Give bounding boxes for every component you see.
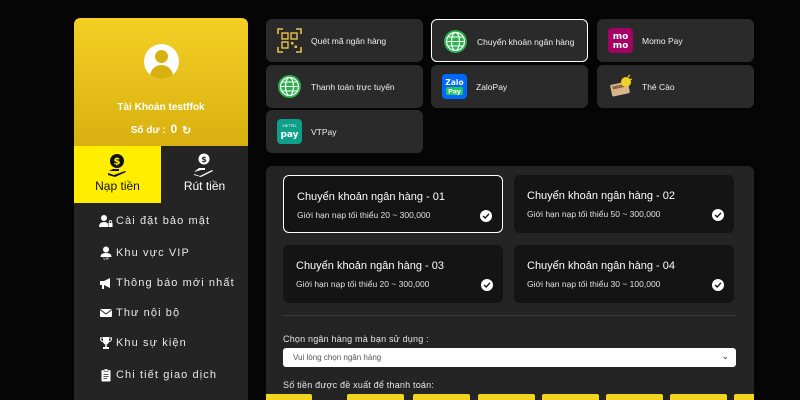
- user-lock-icon: [99, 215, 113, 227]
- deposit-panel: Chuyển khoản ngân hàng - 01 Giới hạn nạp…: [266, 166, 754, 400]
- bank-option-04[interactable]: Chuyển khoản ngân hàng - 04 Giới hạn nạp…: [514, 245, 734, 303]
- bank-option-02[interactable]: Chuyển khoản ngân hàng - 02 Giới hạn nạp…: [514, 175, 734, 233]
- bank-option-limit: Giới hạn nạp tối thiểu 20 ~ 300,000: [296, 279, 430, 289]
- bank-option-03[interactable]: Chuyển khoản ngân hàng - 03 Giới hạn nạp…: [283, 245, 503, 303]
- account-name: Tài Khoản testffok: [117, 102, 205, 113]
- bank-option-title: Chuyển khoản ngân hàng - 04: [527, 260, 676, 272]
- vtpay-icon: VIETTEL pay: [277, 119, 302, 144]
- bank-option-title: Chuyển khoản ngân hàng - 01: [297, 191, 446, 203]
- section-divider: [283, 315, 736, 316]
- bank-option-01[interactable]: Chuyển khoản ngân hàng - 01 Giới hạn nạp…: [283, 175, 503, 233]
- clipboard-icon: [101, 368, 111, 382]
- check-circle-icon: [712, 209, 724, 221]
- account-sidebar: Tài Khoản testffok Số dư : 0 ↻ $ Nạp tiề…: [74, 18, 248, 400]
- menu-item-security[interactable]: Cài đặt bảo mật: [74, 208, 248, 234]
- bank-option-limit: Giới hạn nạp tối thiểu 50 ~ 300,000: [527, 209, 661, 219]
- balance-value: 0: [170, 122, 178, 136]
- vip-user-icon: VIP: [100, 246, 112, 260]
- balance-row: Số dư : 0 ↻: [74, 122, 248, 137]
- menu-label: Thông báo mới nhất: [116, 277, 235, 289]
- menu-item-events[interactable]: Khu sự kiện: [74, 330, 248, 356]
- bank-option-title: Chuyển khoản ngân hàng - 03: [296, 260, 445, 272]
- tab-withdraw-label: Rút tiền: [183, 179, 226, 193]
- momo-icon: mo mo: [608, 28, 633, 53]
- svg-text:Zalo: Zalo: [445, 78, 463, 87]
- amount-option-button[interactable]: [606, 394, 663, 400]
- avatar-icon: [144, 44, 179, 79]
- method-bank-qr[interactable]: Quét mã ngân hàng: [266, 19, 423, 62]
- tab-withdraw[interactable]: $ Rút tiền: [161, 146, 248, 203]
- method-label: Chuyển khoản ngân hàng: [477, 37, 575, 47]
- menu-label: Chi tiết giao dịch: [116, 369, 218, 381]
- check-circle-icon: [481, 279, 493, 291]
- method-label: ZaloPay: [476, 82, 508, 92]
- menu-label: Khu sự kiện: [116, 337, 187, 349]
- method-label: Thẻ Cào: [642, 82, 675, 92]
- refresh-icon[interactable]: ↻: [182, 124, 191, 137]
- suggested-amount-label: Số tiền được đề xuất để thanh toán:: [283, 380, 435, 390]
- menu-label: Khu vực VIP: [116, 247, 190, 259]
- amount-option-button[interactable]: [670, 394, 727, 400]
- bank-option-title: Chuyển khoản ngân hàng - 02: [527, 190, 676, 202]
- svg-text:Pay: Pay: [448, 88, 462, 96]
- amount-option-button[interactable]: [266, 394, 312, 400]
- globe-icon: [278, 75, 301, 98]
- amount-option-button[interactable]: [413, 394, 470, 400]
- method-scratch-card[interactable]: Thẻ Cào: [597, 65, 754, 108]
- method-label: Thanh toán trực tuyến: [311, 82, 395, 92]
- amount-option-button[interactable]: [734, 394, 754, 400]
- svg-text:VIP: VIP: [103, 257, 110, 260]
- svg-text:$: $: [201, 155, 207, 164]
- zalopay-icon: Zalo Pay: [442, 74, 467, 99]
- balance-label: Số dư :: [130, 125, 166, 136]
- bank-select[interactable]: Vui lòng chọn ngân hàng ⌄: [283, 348, 736, 367]
- method-online-payment[interactable]: Thanh toán trực tuyến: [266, 65, 423, 108]
- menu-item-inbox[interactable]: Thư nội bộ: [74, 300, 248, 326]
- scratch-card-icon: [610, 74, 633, 97]
- tab-deposit-label: Nạp tiền: [95, 179, 140, 193]
- profile-card: Tài Khoản testffok Số dư : 0 ↻: [74, 18, 248, 146]
- method-label: Momo Pay: [642, 36, 683, 46]
- method-momo[interactable]: mo mo Momo Pay: [597, 19, 754, 62]
- method-bank-transfer[interactable]: Chuyển khoản ngân hàng: [431, 19, 588, 62]
- globe-icon: [444, 30, 467, 53]
- svg-text:mo: mo: [613, 41, 629, 51]
- svg-text:pay: pay: [280, 130, 298, 140]
- amount-option-button[interactable]: [478, 394, 535, 400]
- svg-text:$: $: [114, 157, 121, 168]
- bank-option-limit: Giới hạn nạp tối thiểu 20 ~ 300,000: [297, 210, 431, 220]
- check-circle-icon: [480, 210, 492, 222]
- trophy-icon: [99, 337, 113, 349]
- envelope-icon: [99, 309, 113, 317]
- deposit-icon: $: [108, 154, 126, 177]
- menu-label: Thư nội bộ: [116, 307, 181, 319]
- method-label: Quét mã ngân hàng: [311, 36, 387, 46]
- check-circle-icon: [712, 279, 724, 291]
- tab-deposit[interactable]: $ Nạp tiền: [74, 146, 161, 203]
- svg-text:VIETTEL: VIETTEL: [282, 124, 296, 128]
- bank-select-placeholder: Vui lòng chọn ngân hàng: [293, 353, 382, 362]
- chevron-down-icon: ⌄: [721, 351, 729, 361]
- qr-code-icon: [277, 28, 302, 53]
- method-vtpay[interactable]: VIETTEL pay VTPay: [266, 110, 423, 153]
- menu-item-vip[interactable]: VIP Khu vực VIP: [74, 240, 248, 266]
- withdraw-icon: $: [194, 153, 213, 177]
- megaphone-icon: [100, 278, 110, 289]
- menu-label: Cài đặt bảo mật: [116, 215, 211, 227]
- menu-item-transactions[interactable]: Chi tiết giao dịch: [74, 362, 248, 388]
- method-zalopay[interactable]: Zalo Pay ZaloPay: [431, 65, 588, 108]
- method-label: VTPay: [311, 127, 337, 137]
- amount-option-button[interactable]: [542, 394, 599, 400]
- menu-item-notifications[interactable]: Thông báo mới nhất: [74, 270, 248, 296]
- bank-option-limit: Giới hạn nạp tối thiểu 30 ~ 100,000: [527, 279, 661, 289]
- amount-option-button[interactable]: [347, 394, 404, 400]
- bank-select-label: Chọn ngân hàng mà bạn sử dụng :: [283, 334, 429, 344]
